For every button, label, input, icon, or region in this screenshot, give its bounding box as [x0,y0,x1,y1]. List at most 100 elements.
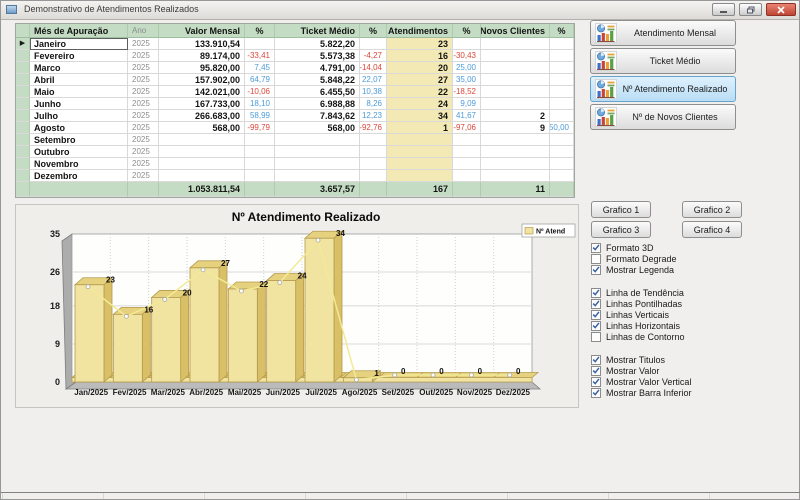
svg-text:Ago/2025: Ago/2025 [342,388,378,397]
nav-button-3[interactable]: Nº Atendimento Realizado [590,76,736,102]
checkbox-linha-de-tend-ncia[interactable]: Linha de Tendência [591,287,692,298]
table-totals-row: 1.053.811,543.657,5716711 [16,182,574,197]
checkbox-label: Linha de Tendência [606,288,684,298]
checkbox-linhas-horizontais[interactable]: Linhas Horizontais [591,320,692,331]
checkbox-group-2: Linha de TendênciaLinhas PontilhadasLinh… [591,287,692,342]
checkbox-box[interactable] [591,388,601,398]
check-icon [592,377,600,386]
cell-c-valor [159,170,245,182]
checkbox-box[interactable] [591,321,601,331]
cell-c-ano: 2025 [128,146,159,158]
checkbox-box[interactable] [591,377,601,387]
checkbox-linhas-pontilhadas[interactable]: Linhas Pontilhadas [591,298,692,309]
checkbox-label: Linhas Pontilhadas [606,299,682,309]
column-header-c-pct3: % [453,24,481,38]
checkbox-box[interactable] [591,366,601,376]
cell-c-atend: 20 [387,62,453,74]
cell-c-atend [387,134,453,146]
grafico-button-1[interactable]: Grafico 1 [591,201,651,218]
cell-c-atend: 23 [387,38,453,50]
cell-c-valor: 142.021,00 [159,86,245,98]
cell-c-pct2: -92,76 [360,122,387,134]
grafico-button-2[interactable]: Grafico 2 [682,201,742,218]
check-icon [592,310,600,319]
close-button-icon[interactable] [766,3,796,16]
table-row-marco[interactable]: Marco202595.820,007,454.791,00-14,042025… [16,62,574,74]
table-row-maio[interactable]: Maio2025142.021,00-10,066.455,5010,3822-… [16,86,574,98]
checkbox-box[interactable] [591,243,601,253]
table-row-setembro[interactable]: Setembro2025 [16,134,574,146]
checkbox-mostrar-legenda[interactable]: Mostrar Legenda [591,264,692,275]
table-row-fevereiro[interactable]: Fevereiro202589.174,00-33,415.573,38-4,2… [16,50,574,62]
table-row-novembro[interactable]: Novembro2025 [16,158,574,170]
checkbox-box[interactable] [591,310,601,320]
cell-c-atend: 22 [387,86,453,98]
app-icon [6,5,17,14]
checkbox-mostrar-valor-vertical[interactable]: Mostrar Valor Vertical [591,376,692,387]
cell-c-pct: -33,41 [245,50,275,62]
table-row-junho[interactable]: Junho2025167.733,0018,106.988,888,26249,… [16,98,574,110]
table-row-julho[interactable]: Julho2025266.683,0058,997.843,6212,23344… [16,110,574,122]
checkbox-box[interactable] [591,299,601,309]
checkbox-mostrar-titulos[interactable]: Mostrar Titulos [591,354,692,365]
cell-c-month: Julho [30,110,128,122]
checkbox-formato-degrade[interactable]: Formato Degrade [591,253,692,264]
cell-c-pct4 [550,38,574,50]
cell-c-pct4 [550,110,574,122]
grafico-button-4[interactable]: Grafico 4 [682,221,742,238]
checkbox-box[interactable] [591,254,601,264]
checkbox-formato-3d[interactable]: Formato 3D [591,242,692,253]
svg-text:Dez/2025: Dez/2025 [496,388,531,397]
cell-c-ticket: 7.843,62 [275,110,360,122]
chart-panel: Nº Atendimento Realizado0918263523162027… [15,204,579,408]
checkbox-linhas-verticais[interactable]: Linhas Verticais [591,309,692,320]
svg-text:Jan/2025: Jan/2025 [74,388,108,397]
checkbox-mostrar-valor[interactable]: Mostrar Valor [591,365,692,376]
cell-c-valor: 157.902,00 [159,74,245,86]
cell-c-pct3: -30,43 [453,50,481,62]
nav-button-label: Ticket Médio [621,56,735,66]
table-row-janeiro[interactable]: ▶Janeiro2025133.910,545.822,2023 [16,38,574,50]
checkbox-box[interactable] [591,265,601,275]
minimize-button-icon[interactable] [712,3,735,16]
title-bar[interactable]: Demonstrativo de Atendimentos Realizados [1,1,799,20]
table-row-abril[interactable]: Abril2025157.902,0064,795.848,2222,07273… [16,74,574,86]
cell-c-month: Junho [30,98,128,110]
checkbox-group-3: Mostrar TitulosMostrar ValorMostrar Valo… [591,354,692,398]
total-c-ticket: 3.657,57 [275,182,360,197]
cell-c-pct3 [453,158,481,170]
cell-c-pct3: -18,52 [453,86,481,98]
chart-icon [595,51,617,71]
svg-text:22: 22 [259,280,268,289]
nav-button-1[interactable]: Atendimento Mensal [590,20,736,46]
cell-c-pct3: 41,67 [453,110,481,122]
taskbar[interactable] [1,492,800,499]
total-c-ano [128,182,159,197]
restore-button-icon[interactable] [739,3,762,16]
checkbox-label: Formato Degrade [606,254,677,264]
nav-button-4[interactable]: Nº de Novos Clientes [590,104,736,130]
grafico-buttons: Grafico 1 Grafico 2 Grafico 3 Grafico 4 [591,201,761,238]
cell-c-ticket [275,146,360,158]
checkbox-box[interactable] [591,288,601,298]
table-row-outubro[interactable]: Outubro2025 [16,146,574,158]
cell-c-month: Outubro [30,146,128,158]
cell-c-valor: 167.733,00 [159,98,245,110]
table-row-dezembro[interactable]: Dezembro2025 [16,170,574,182]
total-c-pct4 [550,182,574,197]
svg-text:35: 35 [50,229,60,239]
cell-c-ano: 2025 [128,50,159,62]
checkbox-box[interactable] [591,332,601,342]
table-row-agosto[interactable]: Agosto2025568,00-99,79568,00-92,761-97,0… [16,122,574,134]
checkbox-linhas-de-contorno[interactable]: Linhas de Contorno [591,331,692,342]
cell-c-valor: 568,00 [159,122,245,134]
checkbox-box[interactable] [591,355,601,365]
cell-c-ano: 2025 [128,134,159,146]
svg-text:Jul/2025: Jul/2025 [305,388,337,397]
cell-c-atend: 27 [387,74,453,86]
grafico-button-3[interactable]: Grafico 3 [591,221,651,238]
nav-button-label: Atendimento Mensal [621,28,735,38]
checkbox-mostrar-barra-inferior[interactable]: Mostrar Barra Inferior [591,387,692,398]
cell-c-ano: 2025 [128,38,159,50]
nav-button-2[interactable]: Ticket Médio [590,48,736,74]
